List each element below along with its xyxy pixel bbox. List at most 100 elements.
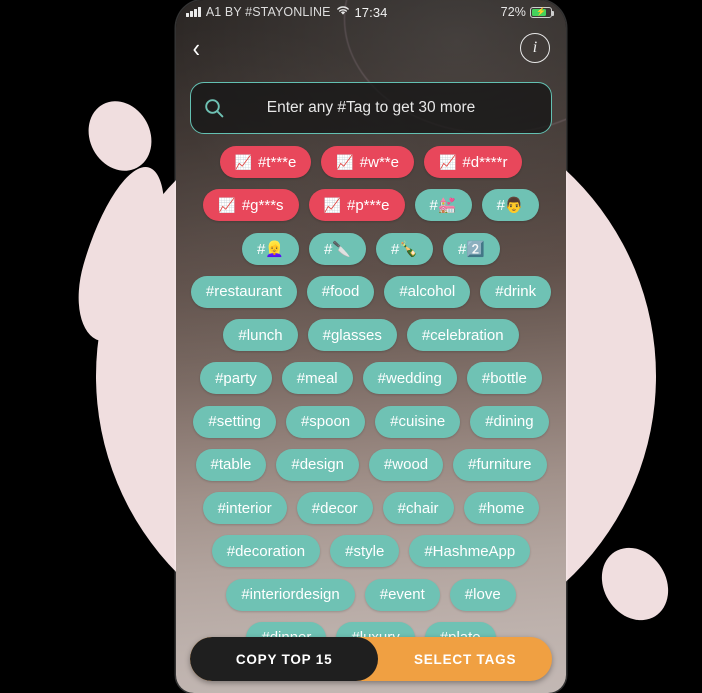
tag-label: #👱‍♀️ (256, 240, 284, 258)
tag-chip[interactable]: 📈 #p***e (308, 189, 405, 222)
tag-chip[interactable]: 📈 #t***e (219, 146, 312, 178)
tag-chip[interactable]: #HashmeApp (409, 535, 531, 568)
tag-label: #party (215, 369, 257, 387)
tag-label: #drink (495, 283, 537, 301)
tag-label: #decoration (226, 542, 306, 560)
page-root: A1 BY #STAYONLINE 17:34 72% ⚡ ‹ i Enter … (0, 0, 702, 693)
tag-label: #2️⃣ (458, 240, 486, 258)
tag-chip[interactable]: #decoration (211, 535, 321, 568)
battery-icon: ⚡ (530, 6, 555, 18)
tag-chip[interactable]: #🔪 (308, 232, 366, 265)
back-button[interactable]: ‹ (193, 35, 200, 61)
tag-chip[interactable]: #love (449, 578, 516, 611)
info-button[interactable]: i (520, 33, 550, 63)
tag-chip[interactable]: 📈 #w**e (321, 146, 414, 178)
tag-label: #cuisine (390, 413, 446, 430)
action-bar: COPY TOP 15 SELECT TAGS (190, 637, 552, 681)
tag-label: #meal (296, 369, 338, 387)
phone-mockup: A1 BY #STAYONLINE 17:34 72% ⚡ ‹ i Enter … (176, 0, 566, 693)
tag-chip[interactable]: #cuisine (375, 405, 461, 438)
tag-chip[interactable]: #🍾 (376, 232, 434, 265)
tag-chip[interactable]: #drink (480, 275, 552, 308)
tag-chip[interactable]: #wedding (362, 362, 457, 395)
tag-label: #home (478, 499, 525, 517)
trending-chart-icon: 📈 (218, 196, 236, 213)
tag-chip[interactable]: #interiordesign (226, 578, 355, 611)
trending-chart-icon: 📈 (323, 196, 341, 213)
tag-chip[interactable]: #celebration (406, 319, 519, 351)
tag-chip[interactable]: #alcohol (384, 275, 471, 308)
tag-label: #love (464, 586, 501, 603)
tag-label: #lunch (238, 326, 283, 344)
tag-chip[interactable]: #dining (470, 405, 549, 438)
tag-label: #furniture (468, 456, 532, 474)
tag-chip[interactable]: #setting (193, 405, 276, 438)
select-tags-button[interactable]: SELECT TAGS (378, 637, 552, 681)
tag-chip[interactable]: #bottle (466, 362, 542, 395)
tag-label: #event (379, 586, 425, 603)
trending-chart-icon: 📈 (336, 153, 354, 170)
tag-chip[interactable]: #table (195, 448, 267, 481)
tag-chip[interactable]: #party (200, 362, 272, 395)
tag-label: #style (345, 542, 385, 560)
tag-label: #food (321, 283, 360, 301)
tag-chip[interactable]: #decor (296, 492, 373, 524)
search-input[interactable]: Enter any #Tag to get 30 more (190, 82, 552, 134)
tag-label: #💒 (429, 197, 457, 215)
tag-chip[interactable]: #👨 (481, 189, 539, 222)
tag-chip[interactable]: #glasses (307, 319, 397, 351)
tag-chip[interactable]: 📈 #d****r (423, 146, 523, 178)
tag-chip[interactable]: #spoon (285, 405, 366, 438)
tag-chip[interactable]: #2️⃣ (443, 232, 501, 265)
tag-label: #🍾 (391, 240, 419, 258)
tag-label: #g***s (241, 196, 284, 214)
tag-chip[interactable]: #style (330, 535, 400, 568)
background-blob-right (588, 535, 682, 633)
tag-cloud: 📈 #t***e 📈 #w**e 📈 #d****r 📈 #g***s 📈 #p***e #💒 #👨 #… (176, 146, 566, 656)
tag-label: #chair (397, 499, 439, 517)
tag-label: #alcohol (399, 283, 456, 301)
tag-chip[interactable]: #👱‍♀️ (241, 232, 299, 265)
tag-label: #👨 (496, 197, 524, 215)
tag-chip[interactable]: #💒 (414, 189, 472, 222)
tag-chip[interactable]: #interior (202, 492, 287, 524)
tag-chip[interactable]: 📈 #g***s (203, 189, 299, 222)
tag-chip[interactable]: #chair (382, 492, 454, 524)
charging-bolt-icon: ⚡ (535, 7, 547, 16)
tag-chip[interactable]: #design (276, 448, 359, 481)
tag-label: #wood (383, 456, 429, 474)
tag-label: #w**e (359, 153, 399, 171)
tag-label: #table (210, 456, 252, 474)
trending-chart-icon: 📈 (438, 153, 457, 170)
tag-label: #interiordesign (241, 586, 340, 603)
tag-chip[interactable]: #home (463, 492, 540, 524)
tag-chip[interactable]: #restaurant (190, 275, 297, 308)
tag-label: #restaurant (205, 283, 282, 301)
tag-chip[interactable]: #meal (281, 362, 353, 395)
tag-label: #p***e (346, 196, 390, 214)
tag-chip[interactable]: #event (364, 578, 440, 611)
search-placeholder: Enter any #Tag to get 30 more (266, 99, 476, 116)
tag-label: #spoon (300, 413, 351, 430)
copy-top-button[interactable]: COPY TOP 15 (190, 637, 379, 681)
tag-label: #celebration (421, 326, 504, 344)
search-icon (191, 97, 237, 119)
tag-label: #bottle (481, 369, 527, 387)
tag-chip[interactable]: #food (306, 275, 375, 308)
battery-percent-label: 72% (500, 5, 526, 19)
tag-label: #HashmeApp (424, 542, 516, 560)
tag-label: #dining (485, 413, 534, 430)
nav-bar: ‹ i (176, 24, 566, 72)
tag-label: #decor (311, 499, 358, 517)
tag-label: #glasses (322, 326, 382, 344)
tag-chip[interactable]: #furniture (453, 448, 547, 481)
tag-label: #wedding (377, 369, 442, 387)
tag-chip[interactable]: #lunch (223, 319, 298, 351)
tag-label: #design (291, 456, 344, 474)
status-right-group: 72% ⚡ (500, 5, 555, 19)
tag-label: #🔪 (323, 240, 351, 258)
trending-chart-icon: 📈 (234, 153, 252, 170)
tag-label: #setting (208, 413, 261, 430)
tag-label: #t***e (257, 153, 297, 171)
tag-chip[interactable]: #wood (368, 448, 444, 481)
